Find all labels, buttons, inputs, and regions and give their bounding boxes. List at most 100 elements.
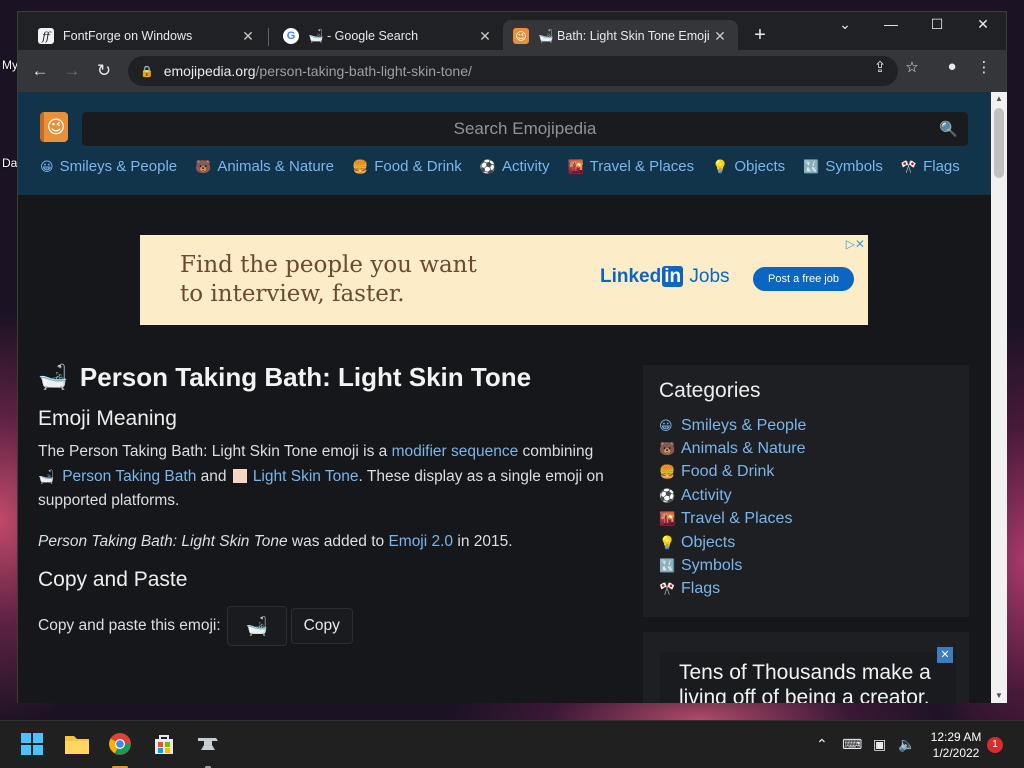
sidebar-item-animals-nature[interactable]: 🐻 Animals & Nature: [659, 437, 953, 460]
emojipedia-favicon-icon: 😉: [513, 28, 529, 44]
network-icon[interactable]: ▣: [873, 736, 886, 753]
text-span: and: [196, 467, 231, 485]
desktop-icon-label[interactable]: Da: [2, 156, 17, 170]
post-free-job-button[interactable]: Post a free job: [753, 267, 854, 291]
linkedin-ad-banner[interactable]: Find the people you want to interview, f…: [140, 235, 868, 325]
chevron-up-icon[interactable]: ⌃: [816, 736, 828, 753]
light-skin-tone-link[interactable]: Light Skin Tone: [253, 468, 359, 485]
category-nav: 😀 Smileys & People 🐻 Animals & Nature 🍔 Foo…: [40, 158, 960, 175]
brand-jobs: Jobs: [684, 266, 730, 287]
search-input[interactable]: [82, 112, 968, 146]
nav-symbols[interactable]: 🔣 Symbols: [803, 158, 883, 175]
emoji-version-link[interactable]: Emoji 2.0: [388, 533, 453, 550]
ad-choices-icon[interactable]: ▷✕: [846, 237, 865, 251]
reload-icon: ↻: [96, 61, 112, 80]
tab-fontforge[interactable]: ff FontForge on Windows ✕: [28, 20, 266, 52]
forward-button[interactable]: →: [60, 59, 84, 83]
nav-label: Symbols: [825, 158, 883, 175]
scroll-up-arrow-icon[interactable]: ▲: [991, 92, 1007, 106]
lightbulb-icon: 💡: [659, 534, 676, 550]
sidebar-item-label: Animals & Nature: [681, 440, 806, 458]
copy-paste-heading: Copy and Paste: [38, 568, 188, 591]
system-clock[interactable]: 12:29 AM 1/2/2022: [922, 729, 990, 761]
nav-food-drink[interactable]: 🍔 Food & Drink: [352, 158, 462, 175]
tab-title: 🛁 Bath: Light Skin Tone Emoji: [538, 28, 710, 43]
chrome-taskbar-button[interactable]: [105, 729, 135, 759]
sidebar-item-activity[interactable]: ⚽ Activity: [659, 484, 953, 507]
sidebar-item-objects[interactable]: 💡 Objects: [659, 531, 953, 554]
close-window-button[interactable]: ✕: [960, 16, 1006, 33]
reload-button[interactable]: ↻: [92, 59, 116, 83]
bookmark-star-icon[interactable]: ☆: [900, 58, 924, 76]
version-paragraph: Person Taking Bath: Light Skin Tone was …: [38, 530, 628, 555]
tab-search-icon[interactable]: ⌄: [822, 16, 868, 33]
sidebar-item-food-drink[interactable]: 🍔 Food & Drink: [659, 461, 953, 484]
copy-row: Copy and paste this emoji: 🛁 Copy: [38, 606, 628, 646]
start-button[interactable]: [17, 729, 47, 759]
creator-ad[interactable]: Tens of Thousands make a living off of b…: [643, 632, 969, 703]
notification-badge[interactable]: 1: [987, 737, 1003, 753]
nav-flags[interactable]: 🎌 Flags: [901, 158, 960, 175]
clock-date: 1/2/2022: [932, 746, 980, 760]
cityscape-icon: 🌇: [567, 158, 584, 174]
nav-label: Food & Drink: [374, 158, 462, 175]
minimize-button[interactable]: —: [868, 16, 914, 32]
desktop-icon-label[interactable]: My: [2, 58, 18, 72]
copy-emoji-field[interactable]: 🛁: [226, 606, 287, 646]
keyboard-icon[interactable]: ⌨: [842, 736, 862, 753]
tab-emojipedia[interactable]: 😉 🛁 Bath: Light Skin Tone Emoji ✕: [503, 20, 738, 52]
scroll-down-arrow-icon[interactable]: ▼: [991, 689, 1007, 703]
nav-smileys-people[interactable]: 😀 Smileys & People: [40, 158, 177, 175]
bath-emoji-icon: 🛁: [38, 468, 55, 484]
arrow-left-icon: ←: [31, 61, 49, 80]
tab-strip: ff FontForge on Windows ✕ G 🛁 - Google S…: [18, 12, 1006, 52]
volume-icon[interactable]: 🔈: [898, 736, 915, 753]
maximize-button[interactable]: ☐: [914, 16, 960, 33]
tab-close-icon[interactable]: ✕: [240, 28, 256, 45]
fontforge-taskbar-button[interactable]: [193, 729, 223, 759]
emoji-meaning-heading: Emoji Meaning: [38, 407, 177, 430]
person-taking-bath-link[interactable]: Person Taking Bath: [62, 468, 196, 485]
sidebar-item-travel-places[interactable]: 🌇 Travel & Places: [659, 508, 953, 531]
scroll-thumb[interactable]: [994, 108, 1004, 178]
vertical-scrollbar[interactable]: ▲ ▼: [991, 92, 1007, 703]
address-bar[interactable]: 🔒 emojipedia.org/person-taking-bath-ligh…: [128, 56, 898, 86]
tab-close-icon[interactable]: ✕: [712, 28, 728, 45]
page-title: 🛁 Person Taking Bath: Light Skin Tone: [38, 362, 628, 393]
soccer-ball-icon: ⚽: [479, 158, 496, 174]
nav-animals-nature[interactable]: 🐻 Animals & Nature: [195, 158, 334, 175]
sidebar-item-symbols[interactable]: 🔣 Symbols: [659, 554, 953, 577]
bath-emoji-icon: 🛁: [38, 364, 68, 391]
new-tab-button[interactable]: +: [748, 24, 772, 47]
menu-kebab-icon[interactable]: ⋮: [972, 58, 996, 76]
nav-activity[interactable]: ⚽ Activity: [480, 158, 550, 175]
share-icon[interactable]: ⇪: [868, 58, 892, 76]
lock-icon[interactable]: 🔒: [140, 65, 154, 78]
flags-icon: 🎌: [659, 581, 676, 597]
nav-travel-places[interactable]: 🌇 Travel & Places: [567, 158, 694, 175]
profile-icon[interactable]: ●: [940, 58, 964, 75]
fontforge-favicon-icon: ff: [38, 28, 54, 44]
meaning-paragraph: The Person Taking Bath: Light Skin Tone …: [38, 440, 628, 514]
tab-title: 🛁 - Google Search: [308, 28, 419, 43]
clock-time: 12:29 AM: [930, 730, 982, 744]
brand-text: Linked: [600, 266, 662, 287]
copy-button[interactable]: Copy: [290, 608, 353, 644]
tab-google-search[interactable]: G 🛁 - Google Search ✕: [273, 20, 503, 52]
tab-close-icon[interactable]: ✕: [477, 28, 493, 45]
emojipedia-logo[interactable]: 😉: [40, 112, 68, 142]
ad-close-icon[interactable]: ✕: [937, 647, 953, 663]
browser-toolbar: ← → ↻ 🔒 emojipedia.org/person-taking-bat…: [18, 50, 1006, 92]
search-icon[interactable]: 🔍: [939, 120, 958, 138]
back-button[interactable]: ←: [28, 59, 52, 83]
sidebar-item-flags[interactable]: 🎌 Flags: [659, 578, 953, 601]
emoji-name-italic: Person Taking Bath: Light Skin Tone: [38, 532, 288, 550]
store-button[interactable]: [149, 729, 179, 759]
text-span: was added to: [287, 532, 389, 550]
google-favicon-icon: G: [283, 28, 299, 44]
nav-label: Flags: [923, 158, 960, 175]
sidebar-item-smileys-people[interactable]: 😀 Smileys & People: [659, 414, 953, 437]
nav-objects[interactable]: 💡 Objects: [712, 158, 785, 175]
modifier-sequence-link[interactable]: modifier sequence: [392, 443, 519, 460]
file-explorer-button[interactable]: [62, 729, 92, 759]
